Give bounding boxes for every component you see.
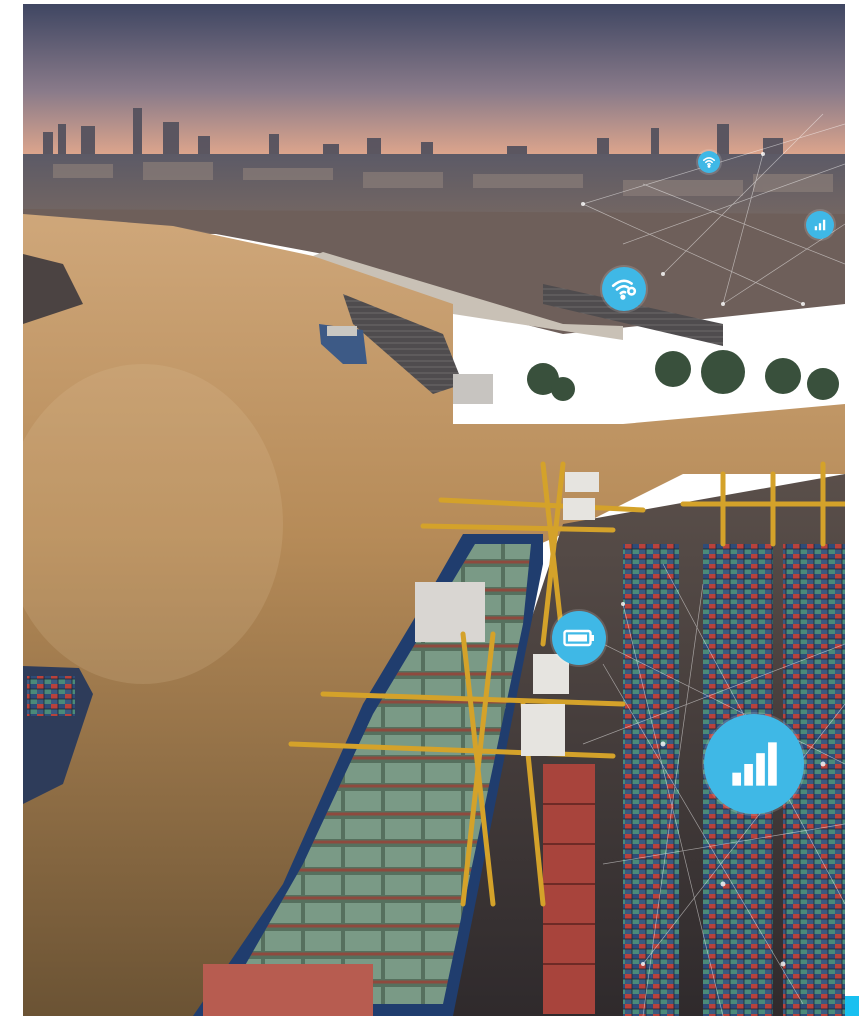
signal-bars-icon — [704, 714, 804, 814]
accent-bar — [845, 996, 859, 1016]
wifi-icon — [602, 267, 646, 311]
harbor-photo — [23, 4, 845, 1016]
wifi-icon — [698, 151, 720, 173]
battery-icon — [552, 611, 606, 665]
signal-bars-icon — [806, 211, 834, 239]
harbor-photo-art — [23, 4, 845, 1016]
